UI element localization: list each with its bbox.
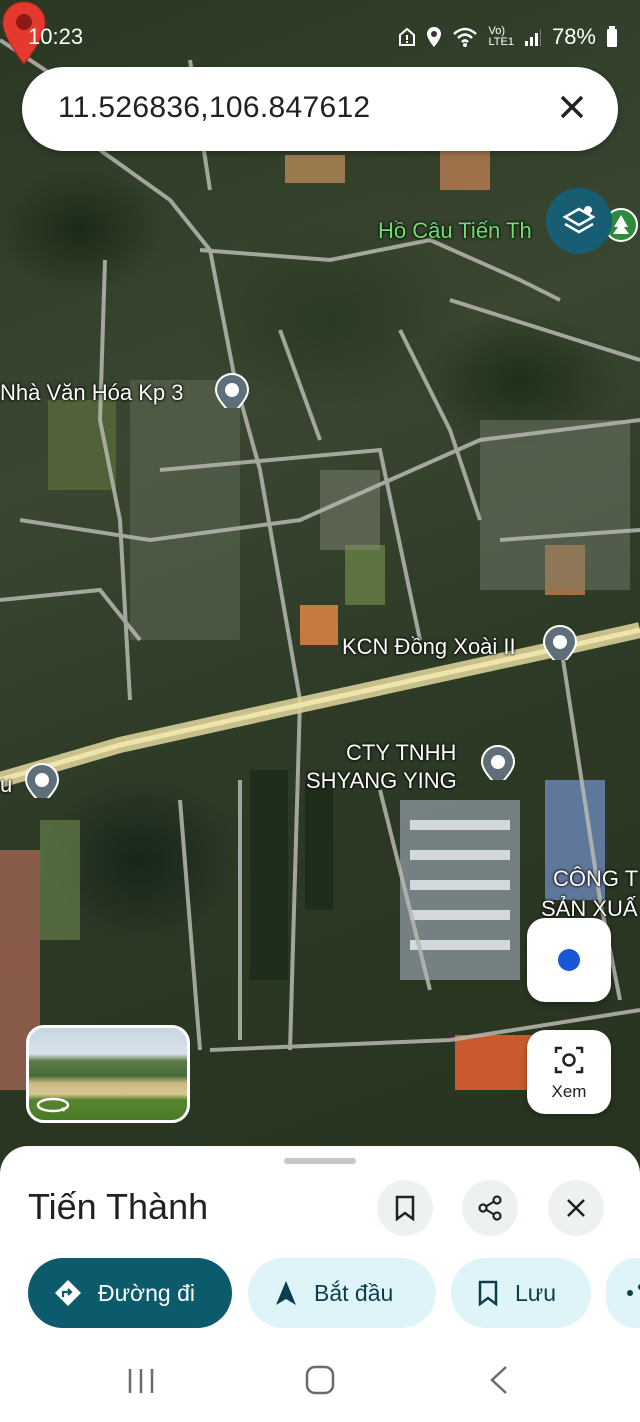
street-view-thumbnail[interactable] [26,1025,190,1123]
search-query[interactable]: 11.526836,106.847612 [58,91,370,125]
street-view-360-icon [36,1097,70,1113]
directions-button[interactable]: Đường đi [28,1258,232,1328]
place-title: Tiến Thành [28,1186,209,1227]
more-actions-chip[interactable] [606,1258,640,1328]
home-alert-icon [399,27,416,46]
directions-label: Đường đi [98,1279,195,1306]
save-icon-button[interactable] [377,1180,433,1236]
system-nav-bar [0,1340,640,1422]
share-button[interactable] [462,1180,518,1236]
clear-search-icon[interactable] [552,87,592,127]
battery-icon [607,26,617,47]
satellite-map[interactable]: Hồ Câu Tiến Th Nhà Văn Hóa Kp 3 KCN Đồng… [0,0,640,1180]
status-time: 10:23 [28,24,84,49]
my-location-icon [558,949,580,971]
start-label: Bắt đầu [314,1279,394,1306]
status-icons: Vo) LTE1 78% [398,24,618,50]
save-label: Lưu [515,1279,556,1306]
map-label-kcn[interactable]: KCN Đồng Xoài II [342,634,516,660]
close-sheet-button[interactable] [548,1180,604,1236]
poi-marker-icon[interactable] [480,744,516,780]
map-label-left-fragment[interactable]: u [0,772,12,798]
lte-indicator: Vo) LTE1 [488,26,513,48]
map-overlay [0,38,640,1090]
close-icon [567,1199,585,1217]
xem-label: Xem [551,1082,587,1101]
directions-icon [54,1279,82,1307]
share-icon [626,1283,640,1303]
recent-apps-icon[interactable] [126,1366,156,1396]
bookmark-icon [395,1195,415,1221]
map-label-cong-ty-line1[interactable]: CÔNG T [553,866,638,892]
poi-marker-icon[interactable] [24,762,60,798]
lens-camera-icon [554,1046,584,1074]
location-icon [427,27,442,47]
back-icon[interactable] [486,1364,512,1396]
home-icon[interactable] [304,1364,336,1396]
poi-marker-icon[interactable] [214,372,250,408]
map-label-nha-van-hoa[interactable]: Nhà Văn Hóa Kp 3 [0,380,183,406]
poi-marker-icon[interactable] [542,624,578,660]
map-label-cty-line2[interactable]: SHYANG YING [306,768,457,794]
share-icon [478,1195,502,1221]
layers-icon [562,206,596,234]
status-bar: 10:23 Vo) LTE1 78% [0,0,640,70]
lte-bottom-text: LTE1 [488,36,514,48]
map-label-ho-cau[interactable]: Hồ Câu Tiến Th [378,218,532,244]
wifi-icon [453,27,478,47]
my-location-button[interactable] [527,918,611,1002]
save-button[interactable]: Lưu [451,1258,591,1328]
place-bottom-sheet[interactable]: Tiến Thành Đường đi Bắt đầu Lưu [0,1146,640,1422]
search-bar[interactable]: 11.526836,106.847612 [22,67,618,151]
sheet-drag-handle[interactable] [284,1158,356,1164]
navigation-arrow-icon [274,1279,298,1307]
xem-button[interactable]: Xem [527,1030,611,1114]
bookmark-icon [477,1280,499,1306]
layers-button[interactable] [546,188,612,254]
start-navigation-button[interactable]: Bắt đầu [248,1258,436,1328]
battery-percent: 78% [551,24,596,49]
signal-icon [524,29,541,46]
map-label-cty-line1[interactable]: CTY TNHH [346,740,456,766]
